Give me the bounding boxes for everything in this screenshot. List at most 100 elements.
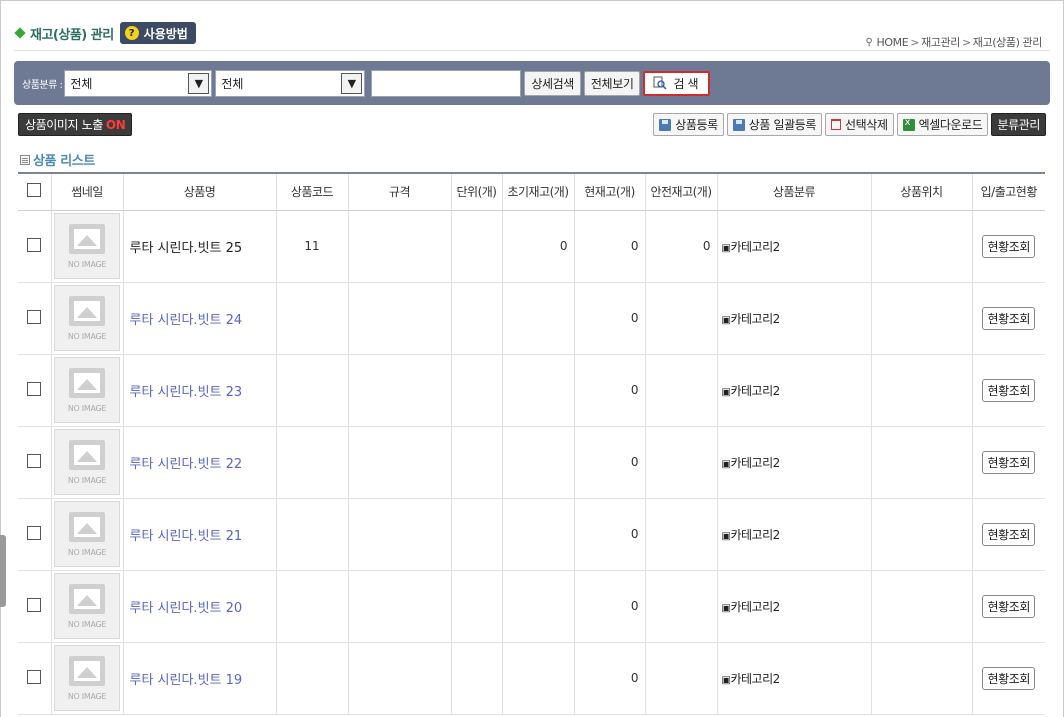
initial-stock xyxy=(502,570,575,643)
column-header: 단위(개) xyxy=(451,172,503,211)
product-unit xyxy=(451,498,503,571)
image-toggle-button[interactable]: 상품이미지 노출 ON xyxy=(18,113,133,136)
trash-icon xyxy=(831,119,842,130)
status-view-button[interactable]: 현황조회 xyxy=(982,522,1036,546)
row-checkbox[interactable] xyxy=(27,309,42,324)
table-row: NO IMAGE 루타 시린다.빗트 21 0 ▣카테고리2 현황조회 xyxy=(18,498,1045,571)
product-category: 카테고리2 xyxy=(730,599,780,614)
save-icon xyxy=(732,118,745,131)
thumbnail-cell: NO IMAGE xyxy=(51,354,124,427)
thumbnail-placeholder: NO IMAGE xyxy=(54,573,120,639)
product-name: 루타 시린다.빗트 25 xyxy=(123,210,277,283)
detail-search-button[interactable]: 상세검색 xyxy=(524,70,581,96)
product-spec xyxy=(348,642,452,715)
row-select-cell xyxy=(18,570,52,643)
chevron-down-icon[interactable]: ▼ xyxy=(341,72,363,94)
chevron-down-icon[interactable]: ▼ xyxy=(188,72,210,94)
thumbnail-placeholder: NO IMAGE xyxy=(54,645,120,711)
initial-stock xyxy=(502,498,575,571)
image-icon xyxy=(69,583,105,614)
side-scroll-tab[interactable] xyxy=(0,535,6,607)
status-view-button[interactable]: 현황조회 xyxy=(982,594,1036,618)
category-select-1[interactable]: 전체 ▼ xyxy=(64,69,213,97)
image-icon xyxy=(69,295,105,326)
initial-stock xyxy=(502,426,575,499)
category-select-2[interactable]: 전체 ▼ xyxy=(215,69,366,97)
status-view-button[interactable]: 현황조회 xyxy=(982,666,1036,690)
status-cell: 현황조회 xyxy=(972,570,1045,643)
current-stock: 0 xyxy=(574,498,646,571)
keyword-input[interactable] xyxy=(371,69,522,97)
select-all-checkbox[interactable] xyxy=(27,183,42,198)
status-cell: 현황조회 xyxy=(972,642,1045,715)
breadcrumb-current: 재고(상품) 관리 xyxy=(972,36,1043,49)
product-unit xyxy=(451,210,503,283)
status-view-button[interactable]: 현황조회 xyxy=(982,306,1036,330)
header-select-all xyxy=(18,172,52,211)
header-divider xyxy=(14,50,1050,51)
product-name[interactable]: 루타 시린다.빗트 22 xyxy=(123,426,277,499)
delete-selected-button[interactable]: 선택삭제 xyxy=(825,113,894,136)
product-category: 카테고리2 xyxy=(730,455,780,470)
category-filter-label: 상품분류 : xyxy=(22,79,63,91)
search-button[interactable]: 검 색 xyxy=(643,70,711,96)
column-header: 안전재고(개) xyxy=(645,172,718,211)
no-image-text: NO IMAGE xyxy=(67,691,107,701)
product-name[interactable]: 루타 시린다.빗트 21 xyxy=(123,498,277,571)
image-icon xyxy=(69,439,105,470)
status-view-button[interactable]: 현황조회 xyxy=(982,234,1036,258)
column-header: 초기재고(개) xyxy=(502,172,575,211)
row-checkbox[interactable] xyxy=(27,525,42,540)
product-table: 썸네일 상품명 상품코드 규격 단위(개) 초기재고(개) 현재고(개) 안전재… xyxy=(18,172,1045,715)
product-category: 카테고리2 xyxy=(730,671,780,686)
product-name[interactable]: 루타 시린다.빗트 24 xyxy=(123,282,277,355)
row-checkbox[interactable] xyxy=(27,237,42,252)
status-cell: 현황조회 xyxy=(972,354,1045,427)
product-unit xyxy=(451,282,503,355)
image-icon xyxy=(69,511,105,542)
bulk-register-button[interactable]: 상품 일괄등록 xyxy=(726,113,823,136)
product-unit xyxy=(451,354,503,427)
action-toolbar: 상품등록 상품 일괄등록 선택삭제 엑셀다운로드 분류관리 xyxy=(653,113,1046,136)
no-image-text: NO IMAGE xyxy=(67,475,107,485)
page-header: 재고(상품) 관리 ? 사용방법 ⚲ HOME > 재고관리 > 재고(상품) … xyxy=(14,22,1044,50)
breadcrumb-stock[interactable]: 재고관리 xyxy=(921,34,960,50)
category-manage-button[interactable]: 분류관리 xyxy=(991,113,1046,136)
row-checkbox[interactable] xyxy=(27,453,42,468)
status-view-button[interactable]: 현황조회 xyxy=(982,450,1036,474)
search-button-label: 검 색 xyxy=(673,76,699,91)
product-category-cell: ▣카테고리2 xyxy=(717,570,872,643)
product-location xyxy=(871,282,973,355)
product-code xyxy=(276,570,349,643)
thumbnail-placeholder: NO IMAGE xyxy=(54,357,120,423)
thumbnail-cell: NO IMAGE xyxy=(51,426,124,499)
product-code xyxy=(276,426,349,499)
initial-stock xyxy=(502,282,575,355)
table-row: NO IMAGE 루타 시린다.빗트 20 0 ▣카테고리2 현황조회 xyxy=(18,570,1045,643)
row-checkbox[interactable] xyxy=(27,381,42,396)
row-checkbox[interactable] xyxy=(27,669,42,684)
status-view-button[interactable]: 현황조회 xyxy=(982,378,1036,402)
row-select-cell xyxy=(18,282,52,355)
column-header: 상품명 xyxy=(123,172,277,211)
help-button[interactable]: ? 사용방법 xyxy=(119,22,196,44)
product-category: 카테고리2 xyxy=(730,239,780,254)
status-cell: 현황조회 xyxy=(972,282,1045,355)
register-product-button[interactable]: 상품등록 xyxy=(653,113,724,136)
breadcrumb-home[interactable]: HOME xyxy=(876,36,908,49)
view-all-button[interactable]: 전체보기 xyxy=(583,70,641,96)
thumbnail-cell: NO IMAGE xyxy=(51,282,124,355)
product-name[interactable]: 루타 시린다.빗트 20 xyxy=(123,570,277,643)
product-location xyxy=(871,498,973,571)
status-cell: 현황조회 xyxy=(972,426,1045,499)
product-code xyxy=(276,282,349,355)
row-checkbox[interactable] xyxy=(27,597,42,612)
question-icon: ? xyxy=(124,26,139,40)
thumbnail-placeholder: NO IMAGE xyxy=(54,501,120,567)
current-stock: 0 xyxy=(574,642,646,715)
product-name[interactable]: 루타 시린다.빗트 23 xyxy=(123,354,277,427)
product-name[interactable]: 루타 시린다.빗트 19 xyxy=(123,642,277,715)
product-category: 카테고리2 xyxy=(730,527,780,542)
thumbnail-placeholder: NO IMAGE xyxy=(54,213,120,279)
excel-download-button[interactable]: 엑셀다운로드 xyxy=(896,113,989,136)
